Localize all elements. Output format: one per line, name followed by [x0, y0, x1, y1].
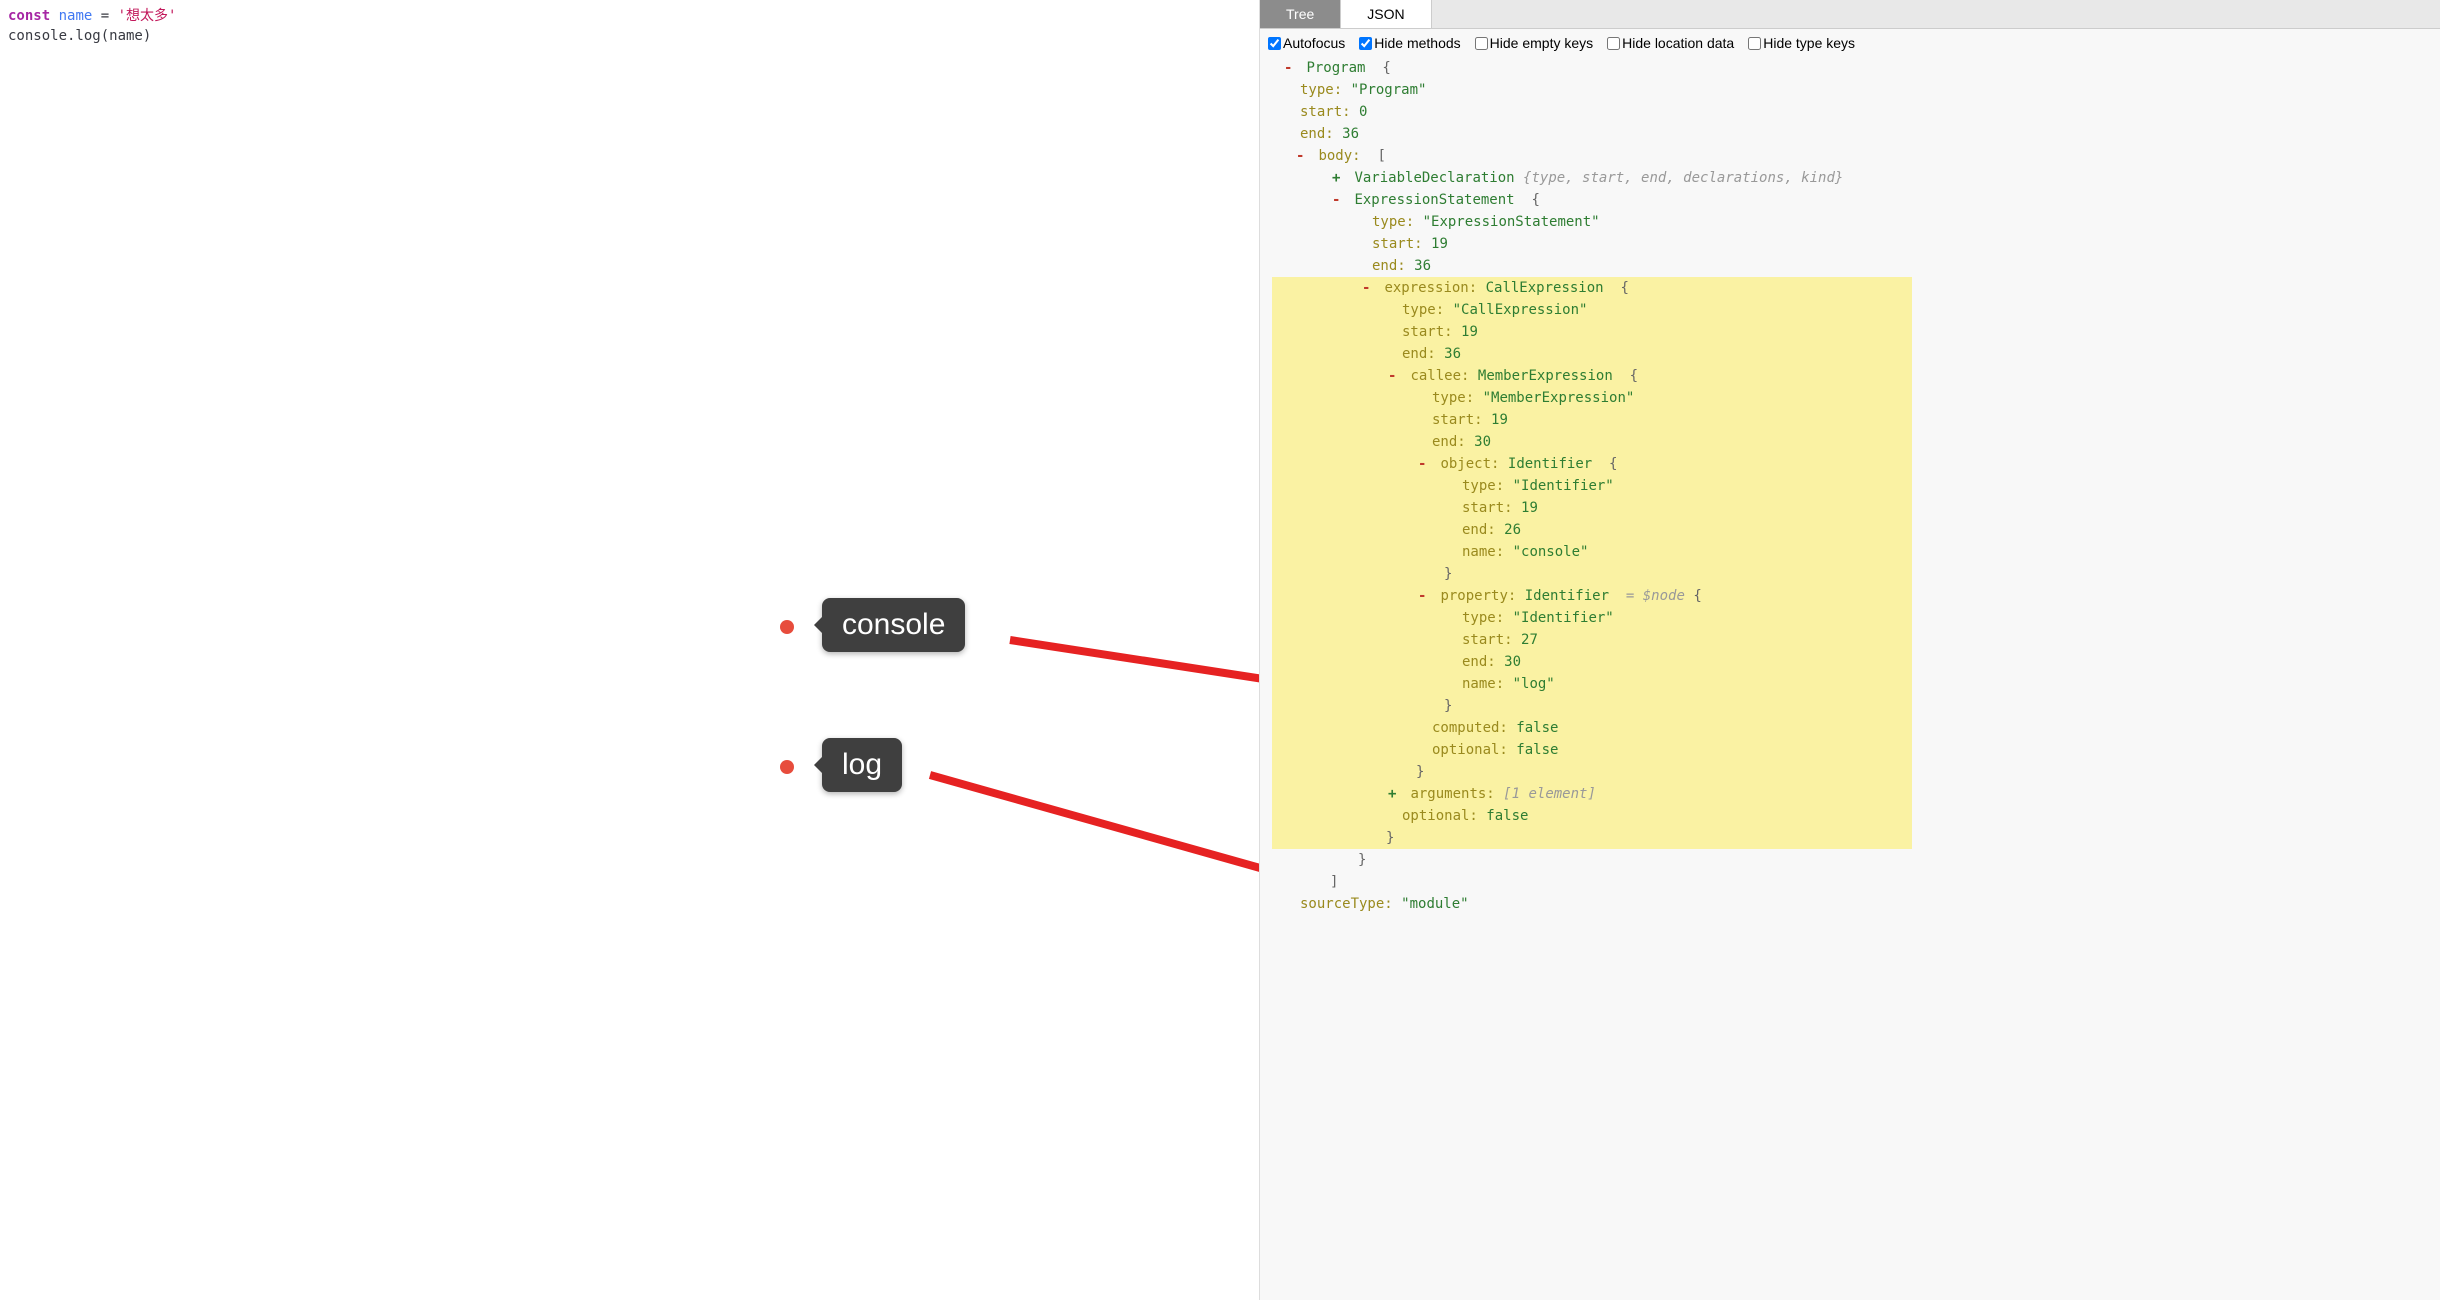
node-equals-ref: = $node: [1626, 588, 1685, 604]
object-type-value: "Identifier": [1513, 478, 1614, 494]
program-end-value: 36: [1342, 126, 1359, 142]
toggle-object[interactable]: -: [1418, 453, 1432, 475]
annotation-tooltip-log: log: [822, 738, 902, 792]
toggle-program[interactable]: -: [1284, 57, 1298, 79]
object-end-value: 26: [1504, 522, 1521, 538]
exprstmt-end-value: 36: [1414, 258, 1431, 274]
arguments-summary: [1 element]: [1503, 786, 1596, 802]
option-autofocus[interactable]: Autofocus: [1268, 35, 1345, 51]
annotation-arrow-log: [910, 755, 1260, 935]
tab-json[interactable]: JSON: [1341, 0, 1431, 28]
toggle-body[interactable]: -: [1296, 145, 1310, 167]
toggle-property[interactable]: -: [1418, 585, 1432, 607]
exprstmt-start-value: 19: [1431, 236, 1448, 252]
options-bar: Autofocus Hide methods Hide empty keys H…: [1260, 29, 2440, 57]
object-start-value: 19: [1521, 500, 1538, 516]
node-callexpression[interactable]: CallExpression: [1486, 280, 1604, 296]
code-line-2: console.log(name): [8, 26, 1251, 46]
me-optional-value: false: [1516, 742, 1558, 758]
program-start-value: 0: [1359, 104, 1367, 120]
exprstmt-type-value: "ExpressionStatement": [1423, 214, 1600, 230]
annotation-dot-log: [780, 760, 794, 774]
toggle-expression[interactable]: -: [1362, 277, 1376, 299]
property-end-value: 30: [1504, 654, 1521, 670]
property-name-value: "log": [1513, 676, 1555, 692]
node-program[interactable]: Program: [1306, 60, 1365, 76]
callexpr-type-value: "CallExpression": [1453, 302, 1588, 318]
toggle-vardecl[interactable]: +: [1332, 167, 1346, 189]
output-tabs: Tree JSON: [1260, 0, 2440, 29]
option-hide-location-data[interactable]: Hide location data: [1607, 35, 1734, 51]
computed-value: false: [1516, 720, 1558, 736]
annotation-arrow-console: [960, 620, 1260, 740]
option-hide-methods[interactable]: Hide methods: [1359, 35, 1460, 51]
checkbox-hide-empty-keys[interactable]: [1475, 37, 1488, 50]
option-hide-empty-keys[interactable]: Hide empty keys: [1475, 35, 1593, 51]
memberexpr-start-value: 19: [1491, 412, 1508, 428]
ast-pane: Tree JSON Autofocus Hide methods Hide em…: [1260, 0, 2440, 1300]
toggle-exprstmt[interactable]: -: [1332, 189, 1346, 211]
vardecl-summary: {type, start, end, declarations, kind}: [1523, 170, 1843, 186]
property-type-value: "Identifier": [1513, 610, 1614, 626]
ce-optional-value: false: [1486, 808, 1528, 824]
checkbox-hide-type-keys[interactable]: [1748, 37, 1761, 50]
property-start-value: 27: [1521, 632, 1538, 648]
ast-tree[interactable]: - Program { type: "Program" start: 0 end…: [1260, 57, 2440, 1300]
node-property-identifier[interactable]: Identifier: [1525, 588, 1609, 604]
callexpr-start-value: 19: [1461, 324, 1478, 340]
toggle-arguments[interactable]: +: [1388, 783, 1402, 805]
memberexpr-end-value: 30: [1474, 434, 1491, 450]
node-object-identifier[interactable]: Identifier: [1508, 456, 1592, 472]
toggle-callee[interactable]: -: [1388, 365, 1402, 387]
node-variabledeclaration[interactable]: VariableDeclaration: [1354, 170, 1514, 186]
annotation-dot-console: [780, 620, 794, 634]
program-type-value: "Program": [1351, 82, 1427, 98]
source-code-pane[interactable]: const name = '想太多' console.log(name) con…: [0, 0, 1260, 1300]
memberexpr-type-value: "MemberExpression": [1483, 390, 1635, 406]
callexpr-end-value: 36: [1444, 346, 1461, 362]
option-hide-type-keys[interactable]: Hide type keys: [1748, 35, 1855, 51]
checkbox-autofocus[interactable]: [1268, 37, 1281, 50]
object-name-value: "console": [1513, 544, 1589, 560]
code-line-1: const name = '想太多': [8, 6, 1251, 26]
checkbox-hide-methods[interactable]: [1359, 37, 1372, 50]
checkbox-hide-location-data[interactable]: [1607, 37, 1620, 50]
annotation-tooltip-console: console: [822, 598, 965, 652]
node-expressionstatement[interactable]: ExpressionStatement: [1354, 192, 1514, 208]
node-memberexpression[interactable]: MemberExpression: [1478, 368, 1613, 384]
sourcetype-value: "module": [1401, 896, 1468, 912]
tab-tree[interactable]: Tree: [1260, 0, 1341, 28]
